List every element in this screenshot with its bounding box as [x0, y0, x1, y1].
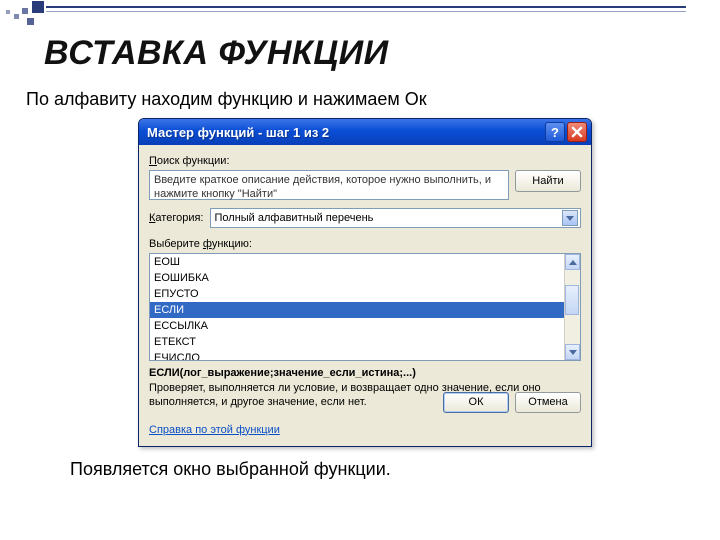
scrollbar[interactable] [564, 254, 580, 360]
scroll-thumb[interactable] [565, 285, 579, 315]
scroll-up-button[interactable] [565, 254, 580, 270]
function-wizard-dialog: Мастер функций - шаг 1 из 2 ? Поиск функ… [138, 118, 592, 447]
close-icon [571, 126, 583, 138]
list-item[interactable]: ЕПУСТО [150, 286, 580, 302]
chevron-down-icon [569, 350, 577, 355]
close-button[interactable] [567, 122, 587, 142]
list-item[interactable]: ЕССЫЛКА [150, 318, 580, 334]
list-item[interactable]: ЕТЕКСТ [150, 334, 580, 350]
slide-intro-text: По алфавиту находим функцию и нажимаем О… [0, 73, 720, 110]
list-item-selected[interactable]: ЕСЛИ [150, 302, 580, 318]
dialog-title: Мастер функций - шаг 1 из 2 [147, 125, 543, 140]
scroll-track[interactable] [565, 270, 580, 344]
category-value: Полный алфавитный перечень [215, 212, 563, 224]
category-select[interactable]: Полный алфавитный перечень [210, 208, 582, 228]
help-link[interactable]: Справка по этой функции [149, 424, 280, 436]
search-label: Поиск функции: [149, 155, 581, 167]
function-listbox[interactable]: ЕОШ ЕОШИБКА ЕПУСТО ЕСЛИ ЕССЫЛКА ЕТЕКСТ Е… [149, 253, 581, 361]
function-label: Выберите функцию: [149, 238, 581, 250]
search-input[interactable]: Введите краткое описание действия, котор… [149, 170, 509, 200]
find-button[interactable]: Найти [515, 170, 581, 192]
list-item[interactable]: ЕОШИБКА [150, 270, 580, 286]
slide-decoration [0, 0, 70, 35]
slide-outro-text: Появляется окно выбранной функции. [0, 447, 720, 480]
help-button[interactable]: ? [545, 122, 565, 142]
chevron-down-icon [566, 216, 574, 221]
titlebar[interactable]: Мастер функций - шаг 1 из 2 ? [139, 119, 591, 145]
category-label: Категория: [149, 212, 204, 224]
dropdown-button[interactable] [562, 210, 578, 226]
list-item[interactable]: ЕЧИСЛО [150, 350, 580, 361]
chevron-up-icon [569, 260, 577, 265]
function-signature: ЕСЛИ(лог_выражение;значение_если_истина;… [149, 367, 581, 379]
scroll-down-button[interactable] [565, 344, 580, 360]
list-item[interactable]: ЕОШ [150, 254, 580, 270]
